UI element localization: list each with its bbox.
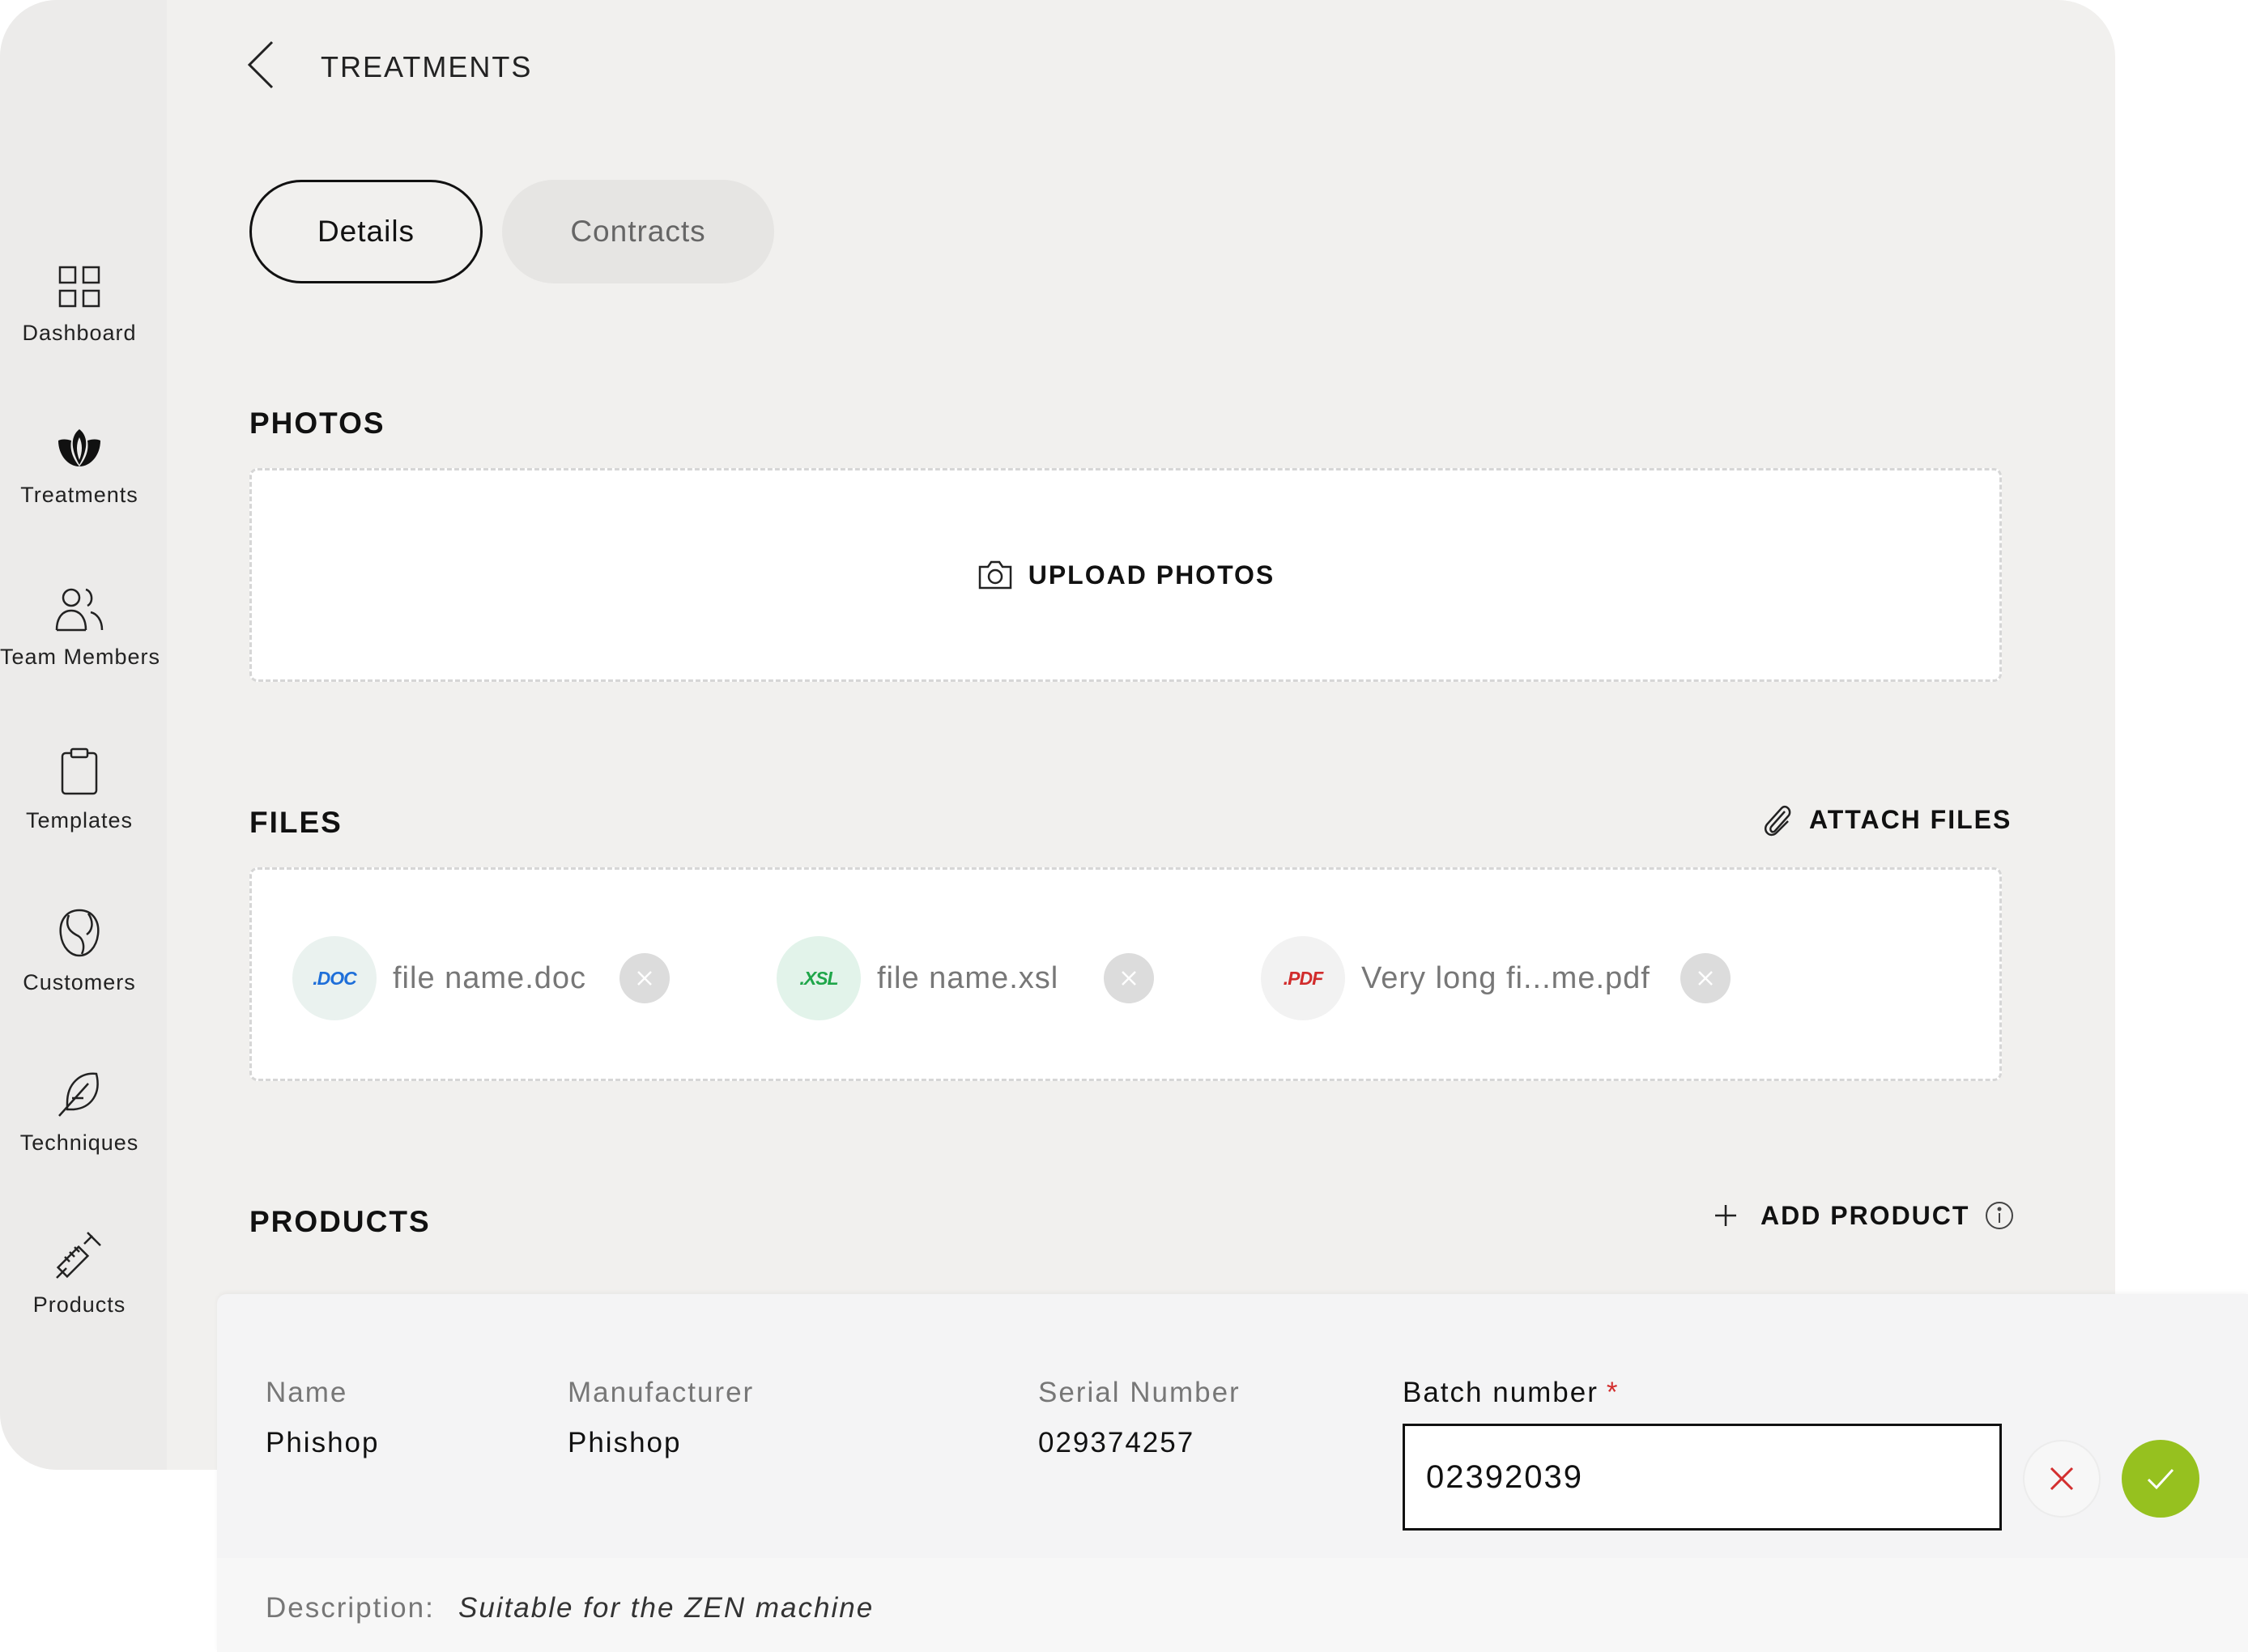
clipboard-icon: [61, 747, 98, 795]
close-icon: [1698, 971, 1713, 986]
sidebar-item-products[interactable]: Products: [0, 1229, 159, 1318]
page-title: TREATMENTS: [321, 50, 533, 83]
add-product-button[interactable]: ADD PRODUCT: [1712, 1200, 2015, 1231]
users-icon: [55, 588, 104, 632]
remove-file-button[interactable]: [1104, 953, 1154, 1003]
sidebar-item-label: Team Members: [0, 645, 161, 669]
xsl-file-icon: .XSL: [777, 936, 861, 1020]
sidebar-item-label: Treatments: [20, 483, 138, 507]
product-serial-value: 029374257: [1038, 1427, 1195, 1458]
doc-file-icon: .DOC: [292, 936, 377, 1020]
upload-photos-label: UPLOAD PHOTOS: [1028, 560, 1275, 590]
sidebar-item-treatments[interactable]: Treatments: [0, 426, 159, 508]
check-icon: [2147, 1468, 2174, 1490]
sidebar-item-label: Techniques: [19, 1130, 139, 1155]
required-mark: *: [1606, 1377, 1620, 1408]
sidebar-item-label: Customers: [23, 970, 136, 994]
sidebar-item-label: Templates: [25, 808, 134, 832]
files-dropzone: .DOC file name.doc .XSL file name.xsl .P…: [249, 867, 2002, 1081]
product-description-row: Description: Suitable for the ZEN machin…: [217, 1558, 2248, 1652]
close-icon: [1122, 971, 1136, 986]
sidebar-item-customers[interactable]: Customers: [0, 907, 159, 995]
grid-icon: [58, 266, 100, 308]
product-manufacturer-value: Phishop: [568, 1427, 682, 1458]
plus-icon: [1715, 1205, 1736, 1226]
paperclip-icon: [1764, 805, 1791, 837]
syringe-icon: [56, 1232, 101, 1279]
app-window: Dashboard Treatments Team Members Templa…: [0, 0, 2115, 1470]
remove-file-button[interactable]: [1680, 953, 1731, 1003]
file-chip: .PDF Very long fi...me.pdf: [1261, 933, 1731, 1024]
cancel-button[interactable]: [2023, 1440, 2101, 1518]
files-section-title: FILES: [249, 806, 343, 839]
face-icon: [59, 909, 100, 957]
file-chip: .DOC file name.doc: [292, 933, 670, 1024]
pdf-file-icon: .PDF: [1261, 936, 1345, 1020]
info-icon[interactable]: [1984, 1200, 2015, 1231]
batch-number-label: Batch number *: [1403, 1377, 1620, 1409]
file-chip: .XSL file name.xsl: [777, 933, 1154, 1024]
name-column-label: Name: [266, 1377, 348, 1408]
back-chevron-icon[interactable]: [243, 39, 279, 91]
file-name: Very long fi...me.pdf: [1361, 960, 1650, 995]
file-name: file name.xsl: [877, 960, 1059, 995]
product-edit-card: Name Phishop Manufacturer Phishop Serial…: [217, 1294, 2248, 1652]
confirm-button[interactable]: [2122, 1440, 2199, 1518]
sidebar-item-techniques[interactable]: Techniques: [0, 1069, 159, 1156]
feather-icon: [58, 1072, 99, 1117]
sidebar-item-team-members[interactable]: Team Members: [0, 586, 161, 670]
sidebar: Dashboard Treatments Team Members Templa…: [0, 0, 167, 1470]
close-icon: [2050, 1467, 2074, 1491]
sidebar-item-templates[interactable]: Templates: [0, 747, 159, 833]
upload-photos-button[interactable]: UPLOAD PHOTOS: [252, 470, 1999, 679]
description-label: Description:: [266, 1592, 435, 1624]
tab-contracts[interactable]: Contracts: [502, 180, 774, 283]
add-product-label: ADD PRODUCT: [1761, 1200, 1970, 1230]
batch-number-input[interactable]: [1403, 1424, 2002, 1531]
lotus-icon: [58, 429, 100, 466]
tab-details[interactable]: Details: [249, 180, 483, 283]
attach-files-button[interactable]: ATTACH FILES: [1761, 800, 2012, 839]
serial-number-column-label: Serial Number: [1038, 1377, 1241, 1408]
batch-number-label-text: Batch number: [1403, 1377, 1599, 1408]
manufacturer-column-label: Manufacturer: [568, 1377, 755, 1408]
product-name-value: Phishop: [266, 1427, 380, 1458]
close-icon: [637, 971, 652, 986]
sidebar-item-label: Dashboard: [22, 321, 137, 345]
description-value: Suitable for the ZEN machine: [458, 1592, 875, 1624]
photos-dropzone[interactable]: UPLOAD PHOTOS: [249, 468, 2002, 682]
products-section-title: PRODUCTS: [249, 1205, 431, 1238]
sidebar-item-label: Products: [32, 1292, 126, 1317]
photos-section-title: PHOTOS: [249, 407, 385, 440]
camera-icon: [978, 560, 1011, 590]
remove-file-button[interactable]: [619, 953, 670, 1003]
sidebar-item-dashboard[interactable]: Dashboard: [0, 264, 159, 346]
file-name: file name.doc: [393, 960, 587, 995]
attach-files-label: ATTACH FILES: [1809, 804, 2012, 834]
